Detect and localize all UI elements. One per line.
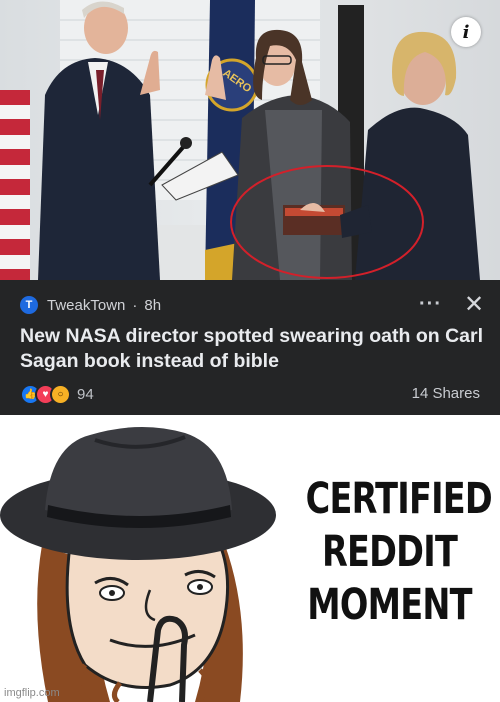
meme-caption: CERTIFIED REDDIT MOMENT	[305, 473, 493, 632]
close-icon[interactable]: ✕	[464, 290, 484, 319]
caption-line-1: CERTIFIED	[305, 474, 493, 524]
info-icon[interactable]: i	[451, 17, 481, 47]
shares-count[interactable]: 14 Shares	[412, 385, 480, 402]
us-flag	[0, 90, 30, 280]
post-time: 8h	[144, 296, 162, 314]
meme-panel: CERTIFIED REDDIT MOMENT imgflip.com	[0, 415, 500, 702]
separator-dot: ·	[132, 296, 138, 314]
source-name[interactable]: TweakTown	[47, 297, 125, 314]
wow-reaction-icon: ○	[50, 384, 71, 405]
caption-line-3: MOMENT	[307, 580, 472, 630]
imgflip-watermark: imgflip.com	[4, 687, 60, 699]
tweaktown-logo-icon[interactable]: T	[20, 296, 38, 314]
post-source-row: T TweakTown · 8h	[20, 296, 161, 314]
post-headline[interactable]: New NASA director spotted swearing oath …	[20, 324, 488, 374]
caption-line-2: REDDIT	[321, 527, 458, 577]
news-photo: AERO i	[0, 0, 500, 280]
facebook-post-card: T TweakTown · 8h ··· ✕ New NASA director…	[0, 280, 500, 415]
reaction-count: 94	[77, 386, 94, 403]
reactions-summary[interactable]: 👍 ♥ ○ 94	[20, 384, 94, 405]
photo-illustration: AERO	[0, 0, 480, 280]
more-options-icon[interactable]: ···	[419, 293, 442, 316]
